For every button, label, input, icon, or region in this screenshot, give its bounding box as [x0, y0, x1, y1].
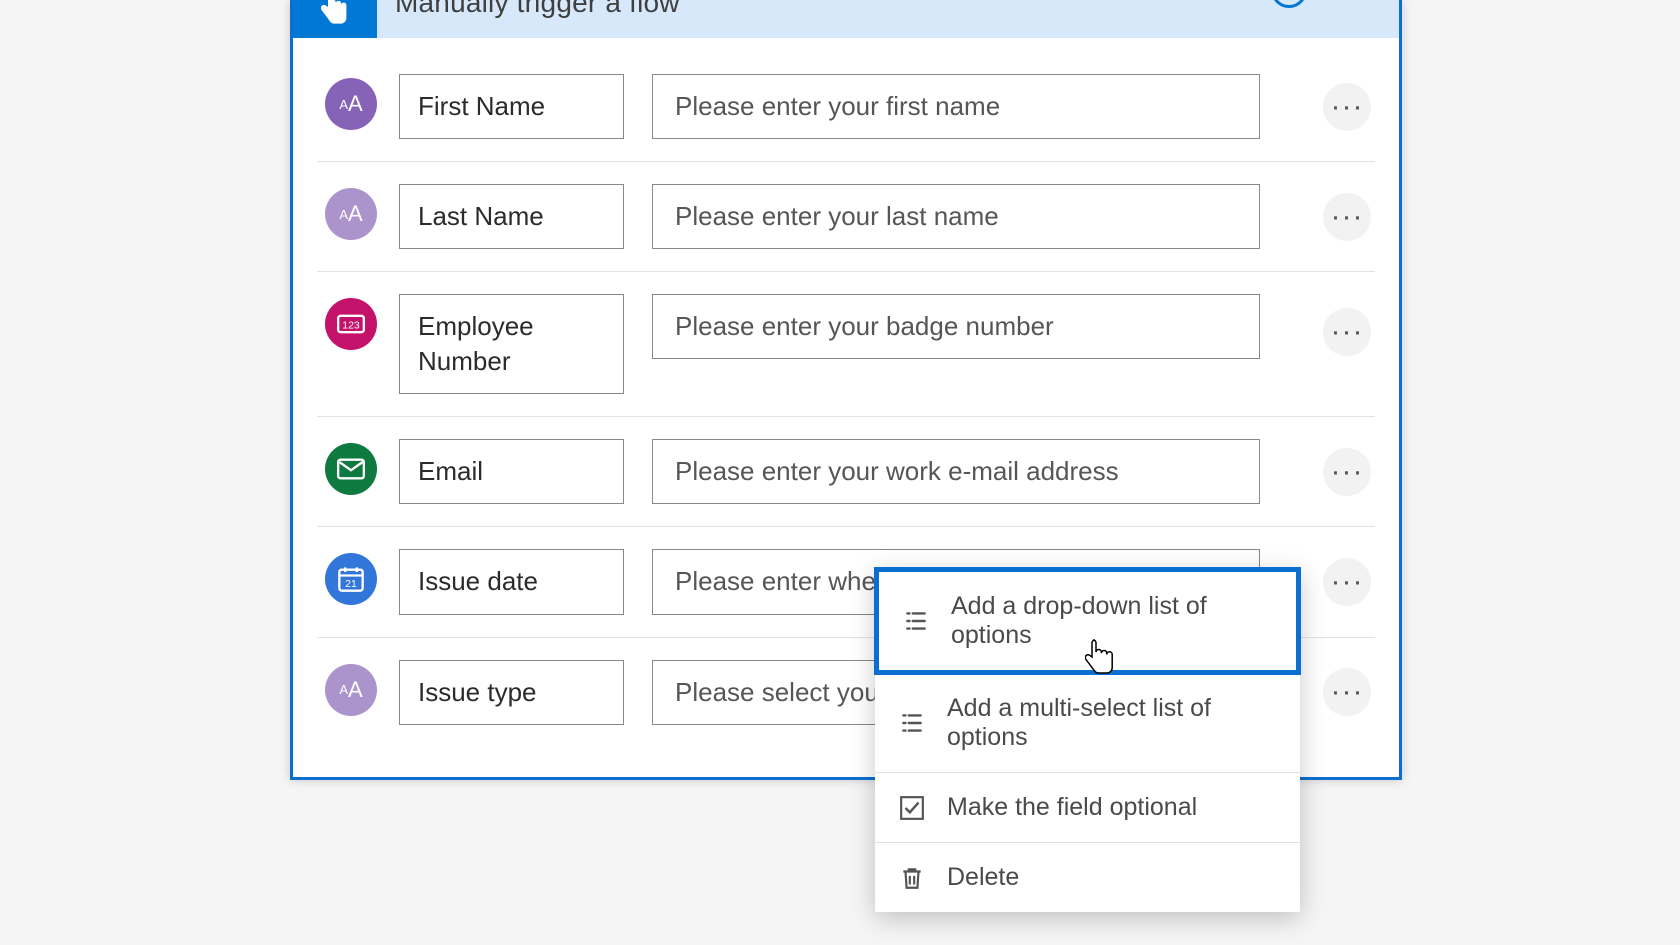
trigger-icon-box [293, 0, 377, 38]
row-more-button[interactable]: ··· [1323, 308, 1371, 356]
field-placeholder-input[interactable]: Please enter your badge number [652, 294, 1260, 359]
row-more-button[interactable]: ··· [1323, 83, 1371, 131]
svg-text:123: 123 [342, 320, 360, 332]
field-placeholder-input[interactable]: Please enter your last name [652, 184, 1260, 249]
envelope-icon [337, 458, 365, 480]
card-title: Manually trigger a flow [395, 0, 680, 19]
field-label-input[interactable]: Issue type [399, 660, 624, 725]
menu-delete[interactable]: Delete [875, 843, 1300, 912]
text-type-icon: AA [325, 188, 377, 240]
svg-text:21: 21 [345, 579, 357, 591]
list-icon [899, 710, 925, 736]
field-placeholder-input[interactable]: Please enter your first name [652, 74, 1260, 139]
pointer-tap-icon [314, 0, 356, 28]
menu-item-label: Delete [947, 863, 1019, 892]
row-more-button[interactable]: ··· [1323, 668, 1371, 716]
email-type-icon [325, 443, 377, 495]
row-more-button[interactable]: ··· [1323, 558, 1371, 606]
row-more-button[interactable]: ··· [1323, 193, 1371, 241]
menu-item-label: Add a multi-select list of options [947, 694, 1276, 752]
checkbox-icon [899, 795, 925, 821]
row-more-button[interactable]: ··· [1323, 448, 1371, 496]
field-label-input[interactable]: First Name [399, 74, 624, 139]
cursor-pointer-icon [1085, 636, 1119, 676]
field-label-input[interactable]: Email [399, 439, 624, 504]
field-label-input[interactable]: Issue date [399, 549, 624, 614]
info-icon[interactable]: i [1271, 0, 1307, 8]
date-type-icon: 21 [325, 553, 377, 605]
input-row: AA First Name Please enter your first na… [317, 52, 1375, 162]
input-row: 123 Employee Number Please enter your ba… [317, 272, 1375, 417]
field-placeholder-input[interactable]: Please enter your work e-mail address [652, 439, 1260, 504]
input-row: Email Please enter your work e-mail addr… [317, 417, 1375, 527]
header-actions: i ··· [1271, 0, 1389, 8]
list-icon [903, 608, 929, 634]
card-header[interactable]: Manually trigger a flow i ··· [293, 0, 1399, 38]
calendar-icon: 21 [337, 565, 365, 593]
text-type-icon: AA [325, 78, 377, 130]
input-row: AA Last Name Please enter your last name… [317, 162, 1375, 272]
menu-make-optional[interactable]: Make the field optional [875, 773, 1300, 842]
menu-add-multiselect[interactable]: Add a multi-select list of options [875, 674, 1300, 772]
number-type-icon: 123 [325, 298, 377, 350]
field-label-input[interactable]: Employee Number [399, 294, 624, 394]
field-label-input[interactable]: Last Name [399, 184, 624, 249]
context-menu: Add a drop-down list of options Add a mu… [875, 568, 1300, 912]
trash-icon [899, 865, 925, 891]
text-type-icon: AA [325, 664, 377, 716]
number-badge-icon: 123 [337, 314, 365, 334]
menu-item-label: Make the field optional [947, 793, 1197, 822]
